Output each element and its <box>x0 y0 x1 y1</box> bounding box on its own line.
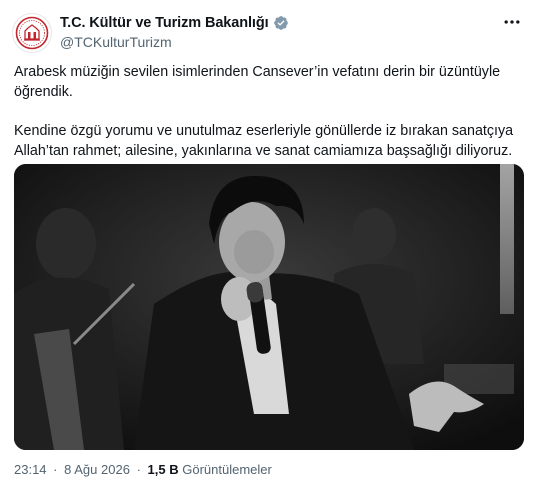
ministry-seal-icon <box>15 16 49 50</box>
author-block: T.C. Kültür ve Turizm Bakanlığı @TCKultu… <box>60 14 289 50</box>
tweet-photo[interactable] <box>14 164 524 450</box>
photo-singer-microphone <box>14 164 524 450</box>
tweet-paragraph-1: Arabesk müziğin sevilen isimlerinden Can… <box>14 64 501 100</box>
meta-separator: · <box>53 462 58 477</box>
verified-badge-icon[interactable] <box>273 15 289 31</box>
views-count: 1,5 B <box>147 462 179 477</box>
tweet-card: T.C. Kültür ve Turizm Bakanlığı @TCKultu… <box>0 0 536 480</box>
meta-separator-2: · <box>136 462 141 477</box>
tweet-paragraph-2: Kendine özgü yorumu ve unutulmaz eserler… <box>14 123 514 159</box>
handle[interactable]: @TCKulturTurizm <box>60 34 289 50</box>
tweet-time[interactable]: 23:14 <box>14 462 47 477</box>
avatar[interactable] <box>12 13 52 53</box>
tweet-date[interactable]: 8 Ağu 2026 <box>64 462 130 477</box>
views-label: Görüntülemeler <box>182 462 272 477</box>
display-name[interactable]: T.C. Kültür ve Turizm Bakanlığı <box>60 15 269 31</box>
tweet-text: Arabesk müziğin sevilen isimlerinden Can… <box>14 62 524 180</box>
tweet-meta: 23:14 · 8 Ağu 2026 · 1,5 B Görüntülemele… <box>14 462 272 477</box>
more-options-icon[interactable] <box>502 12 522 32</box>
